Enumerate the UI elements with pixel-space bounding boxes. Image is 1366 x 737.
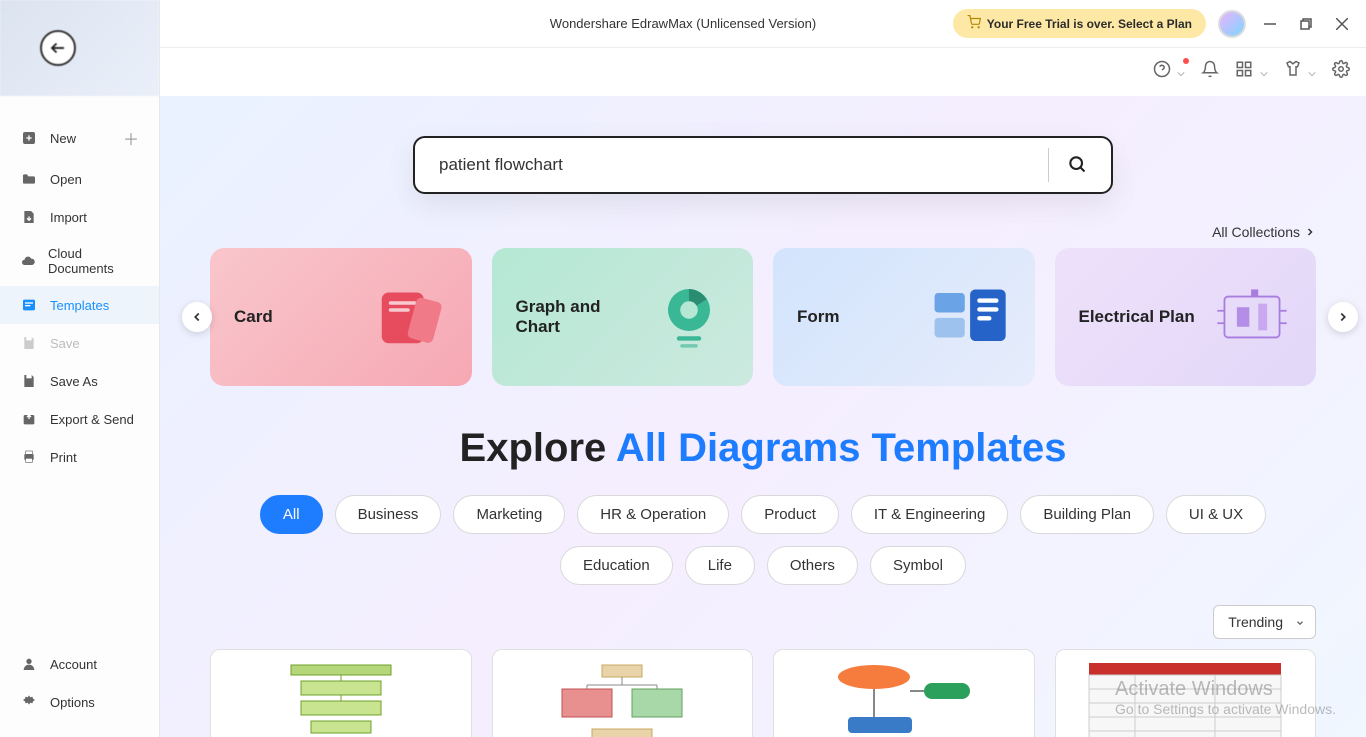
saveas-icon (20, 372, 38, 390)
filter-pill[interactable]: Product (741, 495, 839, 534)
template-thumbnail (774, 650, 1034, 737)
sidebar-item-label: Export & Send (50, 412, 134, 427)
sidebar-item-label: New (50, 131, 76, 146)
sidebar-item-label: Print (50, 450, 77, 465)
filter-pill[interactable]: Education (560, 546, 673, 585)
sidebar-item-export[interactable]: Export & Send (0, 400, 159, 438)
carousel-prev-button[interactable] (182, 302, 212, 332)
filter-pills: All Business Marketing HR & Operation Pr… (160, 495, 1366, 585)
template-card[interactable] (210, 649, 472, 737)
category-card[interactable]: Card (210, 248, 472, 386)
sort-dropdown[interactable]: Trending (1213, 605, 1316, 639)
sidebar-item-label: Templates (50, 298, 109, 313)
bell-icon[interactable] (1201, 60, 1219, 83)
form-icon (931, 277, 1011, 357)
import-icon (20, 208, 38, 226)
cloud-icon (20, 252, 36, 270)
sidebar-item-new[interactable]: New ＋ (0, 116, 159, 160)
sidebar-item-open[interactable]: Open (0, 160, 159, 198)
circuit-icon (1212, 277, 1292, 357)
add-icon[interactable]: ＋ (123, 126, 139, 150)
gear-icon[interactable] (1332, 60, 1350, 83)
category-card[interactable]: Form (773, 248, 1035, 386)
search-input[interactable] (439, 155, 1030, 175)
cart-icon (967, 15, 981, 32)
search-button[interactable] (1067, 154, 1087, 177)
category-carousel: Card Graph and Chart Form Electrical Pla… (160, 248, 1366, 386)
apps-icon[interactable] (1235, 60, 1267, 83)
filter-pill[interactable]: Others (767, 546, 858, 585)
filter-pill[interactable]: Symbol (870, 546, 966, 585)
sidebar-item-cloud[interactable]: Cloud Documents (0, 236, 159, 286)
search-icon (1067, 154, 1087, 174)
sidebar-item-label: Open (50, 172, 82, 187)
template-thumbnail (211, 650, 471, 737)
sidebar-item-saveas[interactable]: Save As (0, 362, 159, 400)
user-icon (20, 655, 38, 673)
sidebar-item-label: Save (50, 336, 80, 351)
filter-pill[interactable]: Building Plan (1020, 495, 1154, 534)
sidebar-header (0, 0, 159, 96)
gear-icon (20, 693, 38, 711)
all-collections-link[interactable]: All Collections (1212, 224, 1316, 240)
titlebar: Wondershare EdrawMax (Unlicensed Version… (0, 0, 1366, 48)
sidebar-item-label: Save As (50, 374, 98, 389)
shirt-icon[interactable] (1284, 60, 1316, 83)
chevron-right-icon (1304, 226, 1316, 238)
category-label: Form (797, 307, 840, 327)
carousel-next-button[interactable] (1328, 302, 1358, 332)
category-label: Card (234, 307, 273, 327)
sidebar-item-account[interactable]: Account (0, 645, 159, 683)
templates-icon (20, 296, 38, 314)
back-button[interactable] (40, 30, 76, 66)
category-card[interactable]: Electrical Plan (1055, 248, 1317, 386)
sidebar-item-templates[interactable]: Templates (0, 286, 159, 324)
toolbar-icons (1153, 60, 1350, 83)
chevron-down-icon (1295, 618, 1305, 628)
divider (1048, 148, 1049, 182)
category-label: Graph and Chart (516, 297, 650, 337)
app-title: Wondershare EdrawMax (Unlicensed Version… (550, 16, 816, 31)
category-label: Electrical Plan (1079, 307, 1195, 327)
main-content: All Collections Card Graph and Chart For… (160, 96, 1366, 737)
filter-pill[interactable]: UI & UX (1166, 495, 1266, 534)
sidebar-item-import[interactable]: Import (0, 198, 159, 236)
explore-heading: Explore All Diagrams Templates (160, 426, 1366, 471)
filter-pill[interactable]: IT & Engineering (851, 495, 1008, 534)
card-icon (368, 277, 448, 357)
save-icon (20, 334, 38, 352)
sidebar-item-label: Cloud Documents (48, 246, 139, 276)
search-box[interactable] (413, 136, 1113, 194)
avatar[interactable] (1218, 10, 1246, 38)
chart-icon (649, 277, 729, 357)
filter-pill[interactable]: Business (335, 495, 442, 534)
sidebar-item-print[interactable]: Print (0, 438, 159, 476)
print-icon (20, 448, 38, 466)
filter-pill[interactable]: All (260, 495, 323, 534)
sidebar-item-save: Save (0, 324, 159, 362)
maximize-button[interactable] (1294, 12, 1318, 36)
template-card[interactable] (773, 649, 1035, 737)
template-card[interactable] (492, 649, 754, 737)
export-icon (20, 410, 38, 428)
help-icon[interactable] (1153, 60, 1185, 83)
filter-pill[interactable]: Life (685, 546, 755, 585)
sidebar: New ＋ Open Import Cloud Documents Templa… (0, 0, 160, 737)
template-thumbnail (1056, 650, 1316, 737)
sidebar-item-label: Import (50, 210, 87, 225)
template-card[interactable] (1055, 649, 1317, 737)
folder-icon (20, 170, 38, 188)
sidebar-item-options[interactable]: Options (0, 683, 159, 721)
sidebar-item-label: Account (50, 657, 97, 672)
templates-grid (160, 649, 1366, 737)
filter-pill[interactable]: HR & Operation (577, 495, 729, 534)
sidebar-item-label: Options (50, 695, 95, 710)
close-button[interactable] (1330, 12, 1354, 36)
template-thumbnail (493, 650, 753, 737)
trial-badge[interactable]: Your Free Trial is over. Select a Plan (953, 9, 1206, 38)
filter-pill[interactable]: Marketing (453, 495, 565, 534)
plus-square-icon (20, 129, 38, 147)
minimize-button[interactable] (1258, 12, 1282, 36)
category-card[interactable]: Graph and Chart (492, 248, 754, 386)
